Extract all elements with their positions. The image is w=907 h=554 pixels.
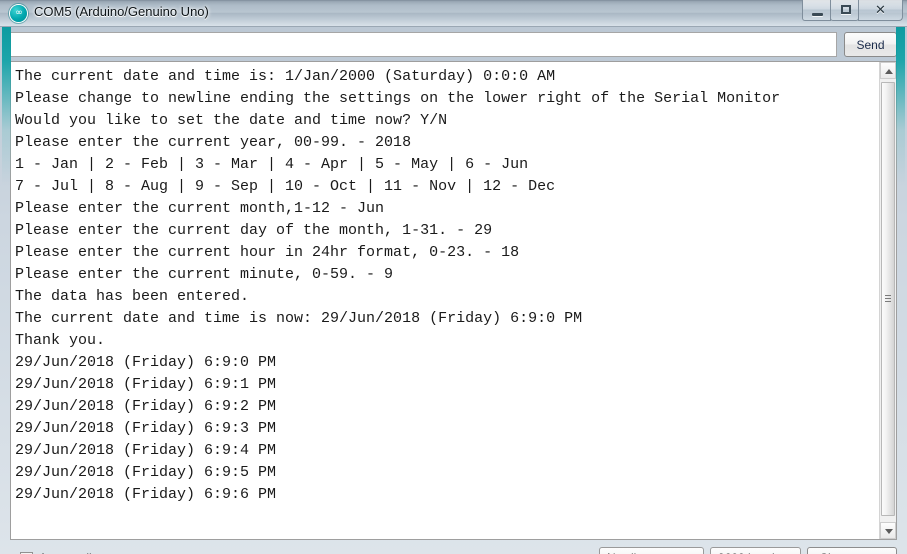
serial-send-input[interactable]	[10, 32, 837, 57]
close-icon: ✕	[875, 3, 886, 18]
line-ending-select[interactable]: Newline	[599, 547, 704, 554]
scroll-up-button[interactable]	[880, 62, 896, 79]
minimize-button[interactable]	[802, 0, 831, 21]
scroll-down-icon	[885, 529, 893, 534]
scrollbar-thumb[interactable]	[881, 82, 895, 516]
output-scrollbar[interactable]	[879, 62, 896, 539]
title-bar[interactable]: ∞ COM5 (Arduino/Genuino Uno) ✕	[0, 0, 907, 27]
baud-rate-select[interactable]: 9600 baud	[710, 547, 801, 554]
scrollbar-grip-icon	[885, 295, 891, 303]
maximize-icon	[841, 5, 851, 14]
clear-output-button[interactable]: Clear output	[807, 547, 897, 554]
close-button[interactable]: ✕	[858, 0, 903, 21]
arduino-infinity-glyph: ∞	[15, 8, 23, 18]
serial-monitor-window: ∞ COM5 (Arduino/Genuino Uno) ✕ Send The …	[0, 0, 907, 554]
scroll-up-icon	[885, 69, 893, 74]
arduino-infinity-icon: ∞	[10, 5, 27, 22]
minimize-icon	[812, 13, 823, 16]
send-button[interactable]: Send	[844, 32, 897, 57]
window-title: COM5 (Arduino/Genuino Uno)	[34, 4, 209, 19]
client-area: Send The current date and time is: 1/Jan…	[8, 27, 899, 554]
scroll-down-button[interactable]	[880, 522, 896, 539]
serial-output-area[interactable]: The current date and time is: 1/Jan/2000…	[10, 61, 897, 540]
serial-output-text: The current date and time is: 1/Jan/2000…	[15, 68, 781, 503]
bottom-toolbar: Autoscroll Newline 9600 baud Clear outpu…	[8, 543, 899, 554]
window-controls: ✕	[802, 0, 903, 21]
send-row: Send	[8, 30, 899, 60]
maximize-button[interactable]	[830, 0, 859, 21]
